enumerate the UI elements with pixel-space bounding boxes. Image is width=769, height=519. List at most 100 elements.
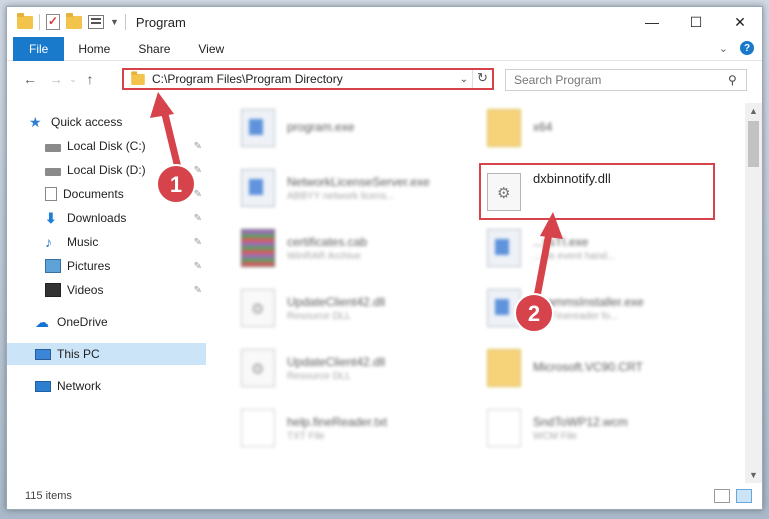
- disk-icon: [45, 144, 61, 152]
- pin-icon[interactable]: ✎: [194, 213, 202, 224]
- up-button[interactable]: ↑: [79, 71, 101, 87]
- details-view-icon[interactable]: [714, 489, 730, 503]
- address-bar[interactable]: C:\Program Files\Program Directory ⌄ ↻: [122, 68, 494, 90]
- list-item[interactable]: NetworkLicenseServer.exe ABBYY network li…: [241, 163, 481, 213]
- divider: [39, 14, 40, 30]
- recent-locations-dropdown[interactable]: ⌄: [67, 74, 79, 85]
- text-file-icon: [487, 409, 521, 447]
- close-button[interactable]: ✕: [718, 7, 762, 37]
- properties-check-icon[interactable]: [46, 14, 60, 30]
- dll-file-icon: [487, 173, 521, 211]
- dll-file-icon: [241, 349, 275, 387]
- list-item[interactable]: x64: [487, 103, 727, 153]
- tab-file[interactable]: File: [13, 36, 65, 61]
- navigation-pane: ★ Quick access Local Disk (C:) ✎ Local D…: [7, 103, 212, 475]
- scroll-thumb[interactable]: [748, 121, 759, 167]
- scroll-up-arrow-icon[interactable]: ▲: [745, 103, 762, 119]
- expand-ribbon-icon[interactable]: ⌄: [719, 42, 728, 55]
- explorer-window: ▼ Program — ☐ ✕ File Home Share View ⌄ ?…: [6, 6, 763, 510]
- list-item-dxbinnotify-dll[interactable]: dxbinnotify.dll: [487, 167, 727, 217]
- search-box[interactable]: Search Program ⚲: [505, 69, 747, 91]
- computer-icon: [35, 348, 51, 360]
- winrar-archive-icon: [241, 229, 275, 267]
- sidebar-item-local-disk-c[interactable]: Local Disk (C:) ✎: [45, 135, 206, 157]
- divider: [124, 14, 126, 30]
- window-controls: — ☐ ✕: [630, 7, 762, 37]
- address-dropdown-icon[interactable]: ⌄: [456, 74, 472, 85]
- documents-icon: [45, 187, 57, 201]
- exe-file-icon: [241, 169, 275, 207]
- address-path[interactable]: C:\Program Files\Program Directory: [152, 72, 456, 86]
- sidebar-item-pictures[interactable]: Pictures ✎: [45, 255, 206, 277]
- exe-file-icon: [487, 229, 521, 267]
- file-list: program.exe x64 NetworkLicenseServer.exe…: [215, 103, 745, 475]
- quick-access-toolbar: ▼: [7, 12, 126, 30]
- help-icon[interactable]: ?: [740, 41, 754, 55]
- tab-share[interactable]: Share: [124, 37, 184, 61]
- star-icon: ★: [29, 114, 42, 130]
- item-count: 115 items: [25, 490, 72, 502]
- large-icons-view-icon[interactable]: [736, 489, 752, 503]
- list-item[interactable]: ...rammsInstaller.exe ...Y Finereader fo.…: [487, 283, 727, 333]
- pin-icon[interactable]: ✎: [194, 189, 202, 200]
- search-icon[interactable]: ⚲: [728, 73, 746, 87]
- sidebar-item-local-disk-d[interactable]: Local Disk (D:) ✎: [45, 159, 206, 181]
- list-item[interactable]: Microsoft.VC90.CRT: [487, 343, 727, 393]
- navigation-bar: ← → ⌄ ↑ C:\Program Files\Program Directo…: [7, 62, 762, 96]
- status-bar: 115 items: [7, 483, 762, 509]
- exe-file-icon: [487, 289, 521, 327]
- sidebar-item-quick-access[interactable]: ★ Quick access: [29, 111, 206, 133]
- sidebar-item-videos[interactable]: Videos ✎: [45, 279, 206, 301]
- folder-icon: [487, 349, 521, 387]
- sidebar-item-documents[interactable]: Documents ✎: [45, 183, 206, 205]
- disk-icon: [45, 168, 61, 176]
- forward-button[interactable]: →: [45, 71, 67, 87]
- text-file-icon: [241, 409, 275, 447]
- window-title: Program: [135, 14, 186, 30]
- folder-icon: [17, 12, 33, 29]
- list-item[interactable]: UpdateClient42.dllResource DLL: [241, 343, 481, 393]
- downloads-icon: ⬇: [45, 210, 57, 226]
- folder-icon: [487, 109, 521, 147]
- minimize-button[interactable]: —: [630, 7, 674, 37]
- maximize-button[interactable]: ☐: [674, 7, 718, 37]
- vertical-scrollbar[interactable]: ▲ ▼: [745, 103, 762, 483]
- tab-home[interactable]: Home: [64, 37, 124, 61]
- search-input[interactable]: Search Program: [514, 73, 728, 87]
- sidebar-item-this-pc[interactable]: This PC: [7, 343, 206, 365]
- pin-icon[interactable]: ✎: [194, 261, 202, 272]
- new-folder-icon[interactable]: [66, 12, 82, 29]
- sidebar-item-network[interactable]: Network: [35, 375, 206, 397]
- list-item[interactable]: certificates.cab WinRAR Archive: [241, 223, 481, 273]
- list-item[interactable]: SndToWP12.wcm WCM File: [487, 403, 727, 453]
- customize-icon[interactable]: [88, 15, 104, 29]
- pictures-icon: [45, 259, 61, 273]
- exe-file-icon: [241, 109, 275, 147]
- pin-icon[interactable]: ✎: [194, 237, 202, 248]
- qat-dropdown-icon[interactable]: ▼: [110, 17, 119, 27]
- sidebar-item-music[interactable]: ♪ Music ✎: [45, 231, 206, 253]
- scroll-down-arrow-icon[interactable]: ▼: [745, 467, 762, 483]
- refresh-icon[interactable]: ↻: [472, 70, 492, 88]
- view-buttons: [714, 489, 752, 503]
- folder-icon: [131, 70, 145, 85]
- list-item[interactable]: help.fineReader.txt TXT File: [241, 403, 481, 453]
- dll-file-icon: [241, 289, 275, 327]
- network-icon: [35, 380, 51, 392]
- sidebar-item-onedrive[interactable]: ☁ OneDrive: [35, 311, 206, 333]
- list-item[interactable]: UpdateClient42.dllResource DLL: [241, 283, 481, 333]
- music-icon: ♪: [45, 234, 52, 250]
- pin-icon[interactable]: ✎: [194, 285, 202, 296]
- ribbon-tabs: File Home Share View ⌄ ?: [7, 36, 762, 61]
- pin-icon[interactable]: ✎: [194, 141, 202, 152]
- list-item[interactable]: program.exe: [241, 103, 481, 153]
- title-bar: ▼ Program — ☐ ✕: [7, 7, 762, 37]
- sidebar-item-downloads[interactable]: ⬇ Downloads ✎: [45, 207, 206, 229]
- onedrive-cloud-icon: ☁: [35, 314, 49, 330]
- videos-icon: [45, 283, 61, 297]
- ribbon-right: ⌄ ?: [719, 41, 754, 55]
- list-item[interactable]: ...ysTI.exe... ds event hand...: [487, 223, 727, 273]
- pin-icon[interactable]: ✎: [194, 165, 202, 176]
- tab-view[interactable]: View: [184, 37, 238, 61]
- back-button[interactable]: ←: [19, 71, 41, 87]
